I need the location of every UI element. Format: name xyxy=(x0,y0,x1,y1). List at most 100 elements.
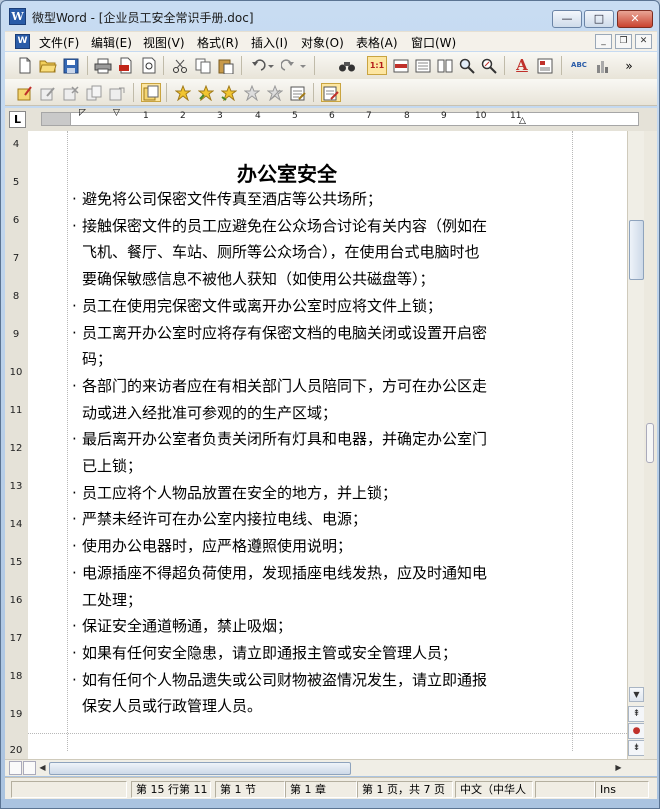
text-color-icon[interactable]: A xyxy=(512,56,532,75)
browse-object-icon[interactable]: ● xyxy=(628,723,645,739)
doc-close-button[interactable]: ✕ xyxy=(635,34,652,49)
menu-file[interactable]: 文件(F) xyxy=(39,34,79,51)
print-preview-icon[interactable] xyxy=(139,56,159,75)
view-mode-button[interactable] xyxy=(9,761,22,775)
bullet-marker: · xyxy=(72,537,77,556)
insert-image-icon[interactable] xyxy=(535,56,555,75)
bullet-line[interactable]: · 使用办公电器时，应严格遵照使用说明； xyxy=(72,536,352,556)
new-note-icon[interactable] xyxy=(321,83,341,102)
delete-icon[interactable] xyxy=(61,83,81,102)
bullet-line[interactable]: · 最后离开办公室者负责关闭所有灯具和电器，并确定办公室门 xyxy=(72,429,487,449)
vruler-label: 15 xyxy=(9,557,23,568)
bullet-line[interactable]: · 如果有任何安全隐患，请立即通报主管或安全管理人员； xyxy=(72,643,457,663)
bullet-line[interactable]: · 员工应将个人物品放置在安全的地方，并上锁； xyxy=(72,483,397,503)
horizontal-scroll-thumb[interactable] xyxy=(49,762,351,775)
continuation-line[interactable]: 要确保敏感信息不被他人获知（如使用公共磁盘等）； xyxy=(72,269,435,289)
status-bar: 第 15 行第 11 第 1 节 第 1 章 第 1 页，共 7 页 中文（中华… xyxy=(5,777,657,799)
properties-icon[interactable] xyxy=(141,83,161,102)
horizontal-ruler[interactable]: L ◸ ▽ △ 1 2 3 4 5 6 7 8 9 10 11 xyxy=(5,108,657,131)
print-icon[interactable] xyxy=(93,56,113,75)
continuation-line[interactable]: 保安人员或行政管理人员。 xyxy=(72,696,262,716)
browse-previous-icon[interactable]: ⇞ xyxy=(628,706,645,722)
copy-page-icon[interactable] xyxy=(84,83,104,102)
bullet-line[interactable]: · 员工离开办公室时应将存有保密文档的电脑关闭或设置开启密 xyxy=(72,323,487,343)
vertical-scrollbar[interactable]: ▼ ⇞ ● ⇟ xyxy=(627,131,645,759)
scroll-right-arrow-icon[interactable]: ▶ xyxy=(611,761,626,776)
vertical-ruler[interactable]: 4 5 6 7 8 9 10 11 12 13 14 15 16 17 18 1… xyxy=(5,131,28,759)
split-handle[interactable] xyxy=(644,131,657,759)
bullet-line[interactable]: · 各部门的来访者应在有相关部门人员陪同下，方可在办公区走 xyxy=(72,376,487,396)
two-page-icon[interactable] xyxy=(435,56,455,75)
zoom-percent-icon[interactable] xyxy=(479,56,499,75)
left-indent-marker[interactable]: ◸ xyxy=(79,108,86,118)
star-e-icon[interactable] xyxy=(265,83,285,102)
spell-check-icon[interactable]: ABC xyxy=(569,56,589,75)
tab-stop-selector[interactable]: L xyxy=(9,111,26,128)
menu-window[interactable]: 窗口(W) xyxy=(411,34,456,51)
menu-insert[interactable]: 插入(I) xyxy=(251,34,288,51)
notes-icon[interactable] xyxy=(288,83,308,102)
document-heading[interactable]: 办公室安全 xyxy=(237,158,337,187)
continuation-line[interactable]: 码； xyxy=(72,349,112,369)
continuation-line[interactable]: 飞机、餐厅、车站、厕所等公众场合），在使用台式电脑时也 xyxy=(72,242,480,262)
maximize-button[interactable]: □ xyxy=(584,10,614,28)
zoom-in-icon[interactable] xyxy=(457,56,477,75)
horizontal-scrollbar[interactable]: ◀ ▶ xyxy=(5,759,657,776)
bullet-line[interactable]: · 电源插座不得超负荷使用，发现插座电线发热，应及时通知电 xyxy=(72,563,487,583)
bullet-line[interactable]: · 保证安全通道畅通，禁止吸烟； xyxy=(72,616,292,636)
bullet-marker: · xyxy=(72,376,77,395)
open-edit-icon[interactable] xyxy=(15,83,35,102)
copy-icon[interactable] xyxy=(193,56,213,75)
menu-object[interactable]: 对象(O) xyxy=(301,34,344,51)
menu-edit[interactable]: 编辑(E) xyxy=(91,34,132,51)
status-insert-mode[interactable]: Ins xyxy=(595,781,649,798)
bullet-line[interactable]: · 员工在使用完保密文件或离开办公室时应将文件上锁； xyxy=(72,296,442,316)
minimize-button[interactable]: — xyxy=(552,10,582,28)
more-tools-icon[interactable]: » xyxy=(619,56,639,75)
save-icon[interactable] xyxy=(61,56,81,75)
toolbar-separator xyxy=(241,56,242,75)
star-d-icon[interactable] xyxy=(242,83,262,102)
open-folder-icon[interactable] xyxy=(38,56,58,75)
menu-table[interactable]: 表格(A) xyxy=(356,34,398,51)
continuation-line[interactable]: 动或进入经批准可参观的的生产区域； xyxy=(72,403,337,423)
bullet-marker: · xyxy=(72,563,77,582)
full-page-icon[interactable] xyxy=(413,56,433,75)
pdf-export-icon[interactable] xyxy=(116,56,136,75)
star-c-icon[interactable] xyxy=(219,83,239,102)
bullet-line[interactable]: · 接触保密文件的员工应避免在公众场合讨论有关内容（例如在 xyxy=(72,216,487,236)
undo-icon[interactable] xyxy=(248,56,276,75)
splitter-grip[interactable] xyxy=(646,423,654,463)
continuation-line[interactable]: 已上锁； xyxy=(72,456,142,476)
edit-icon[interactable] xyxy=(38,83,58,102)
scroll-left-arrow-icon[interactable]: ◀ xyxy=(35,761,50,776)
chart-icon[interactable] xyxy=(593,56,613,75)
continuation-line[interactable]: 工处理； xyxy=(72,590,142,610)
doc-restore-button[interactable]: ❐ xyxy=(615,34,632,49)
menu-format[interactable]: 格式(R) xyxy=(197,34,239,51)
move-page-icon[interactable] xyxy=(107,83,127,102)
star-a-icon[interactable] xyxy=(173,83,193,102)
document-icon[interactable]: W xyxy=(15,34,30,49)
star-b-icon[interactable] xyxy=(196,83,216,102)
doc-minimize-button[interactable]: _ xyxy=(595,34,612,49)
bullet-line[interactable]: · 避免将公司保密文件传真至酒店等公共场所； xyxy=(72,189,382,209)
scroll-down-arrow-icon[interactable]: ▼ xyxy=(629,687,644,702)
vertical-scroll-thumb[interactable] xyxy=(629,220,644,280)
browse-next-icon[interactable]: ⇟ xyxy=(628,740,645,756)
menu-view[interactable]: 视图(V) xyxy=(143,34,185,51)
find-binoculars-icon[interactable] xyxy=(337,56,357,75)
bullet-line[interactable]: · 如有任何个人物品遗失或公司财物被盗情况发生，请立即通报 xyxy=(72,670,487,690)
page-width-icon[interactable] xyxy=(391,56,411,75)
redo-icon[interactable] xyxy=(280,56,308,75)
new-document-icon[interactable] xyxy=(15,56,35,75)
paste-icon[interactable] xyxy=(216,56,236,75)
cut-icon[interactable] xyxy=(170,56,190,75)
word-app-icon[interactable]: W xyxy=(9,8,26,25)
document-canvas[interactable]: 办公室安全 · 避免将公司保密文件传真至酒店等公共场所； · 接触保密文件的员工应避免… xyxy=(28,131,627,759)
first-line-indent-marker[interactable]: ▽ xyxy=(113,108,120,118)
zoom-1to1-icon[interactable]: 1:1 xyxy=(367,56,387,75)
close-button[interactable]: ✕ xyxy=(617,10,653,28)
bullet-line[interactable]: · 严禁未经许可在办公室内接拉电线、电源； xyxy=(72,509,367,529)
bullet-marker: · xyxy=(72,190,77,208)
